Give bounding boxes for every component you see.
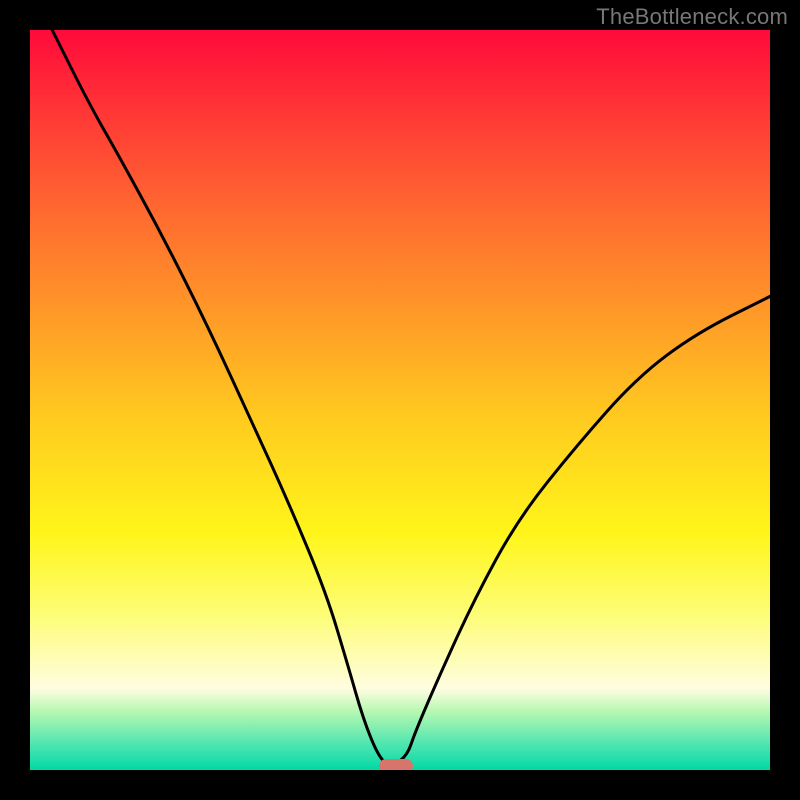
bottleneck-curve (52, 30, 770, 766)
curve-svg (30, 30, 770, 770)
chart-container: TheBottleneck.com (0, 0, 800, 800)
optimal-marker (379, 759, 413, 770)
plot-area (30, 30, 770, 770)
watermark-text: TheBottleneck.com (596, 4, 788, 30)
